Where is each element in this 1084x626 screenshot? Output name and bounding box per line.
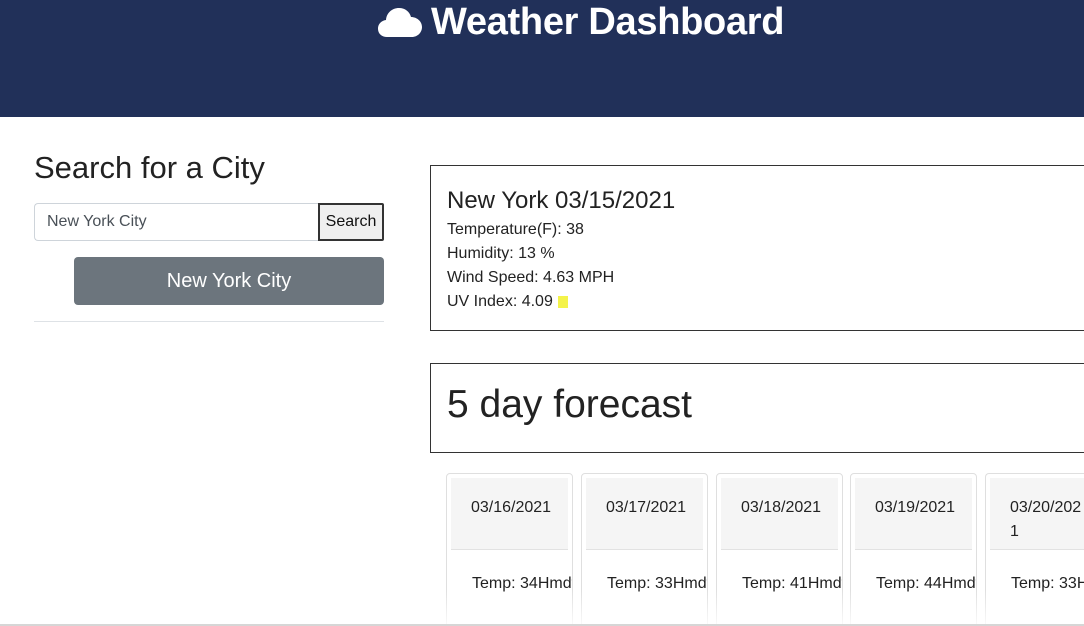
forecast-date: 03/20/2021 <box>1010 499 1082 540</box>
forecast-panel: 5 day forecast <box>430 363 1084 453</box>
forecast-date: 03/17/2021 <box>606 499 687 516</box>
cloud-icon <box>378 8 422 37</box>
current-weather-panel: New York 03/15/2021 Temperature(F): 38 H… <box>430 165 1084 331</box>
forecast-date: 03/16/2021 <box>471 499 552 516</box>
forecast-card-header: 03/16/2021 <box>451 478 568 550</box>
forecast-date: 03/18/2021 <box>741 499 822 516</box>
forecast-date: 03/19/2021 <box>875 499 956 516</box>
history-divider <box>34 321 384 322</box>
current-humidity: Humidity: 13 % <box>447 245 555 262</box>
city-search-input[interactable] <box>34 203 318 241</box>
forecast-card-header: 03/19/2021 <box>855 478 972 550</box>
forecast-card-header: 03/18/2021 <box>721 478 838 550</box>
forecast-card-header: 03/17/2021 <box>586 478 703 550</box>
header-bar: Weather Dashboard <box>0 0 1084 117</box>
current-wind-speed: Wind Speed: 4.63 MPH <box>447 269 615 286</box>
current-temperature: Temperature(F): 38 <box>447 221 584 238</box>
search-heading: Search for a City <box>34 150 265 185</box>
forecast-heading: 5 day forecast <box>447 383 692 426</box>
history-city-button[interactable]: New York City <box>74 257 384 305</box>
search-button[interactable]: Search <box>318 203 384 241</box>
uv-severity-indicator <box>557 295 568 308</box>
viewport-bottom-fade <box>0 590 1084 626</box>
current-city-date: New York 03/15/2021 <box>447 187 676 214</box>
app-title-text: Weather Dashboard <box>431 0 785 43</box>
current-uv-index: UV Index: 4.09 <box>447 293 553 310</box>
app-title: Weather Dashboard <box>378 0 784 44</box>
current-uv-row: UV Index: 4.09 <box>447 293 568 311</box>
forecast-card-header: 03/20/2021 <box>990 478 1084 550</box>
